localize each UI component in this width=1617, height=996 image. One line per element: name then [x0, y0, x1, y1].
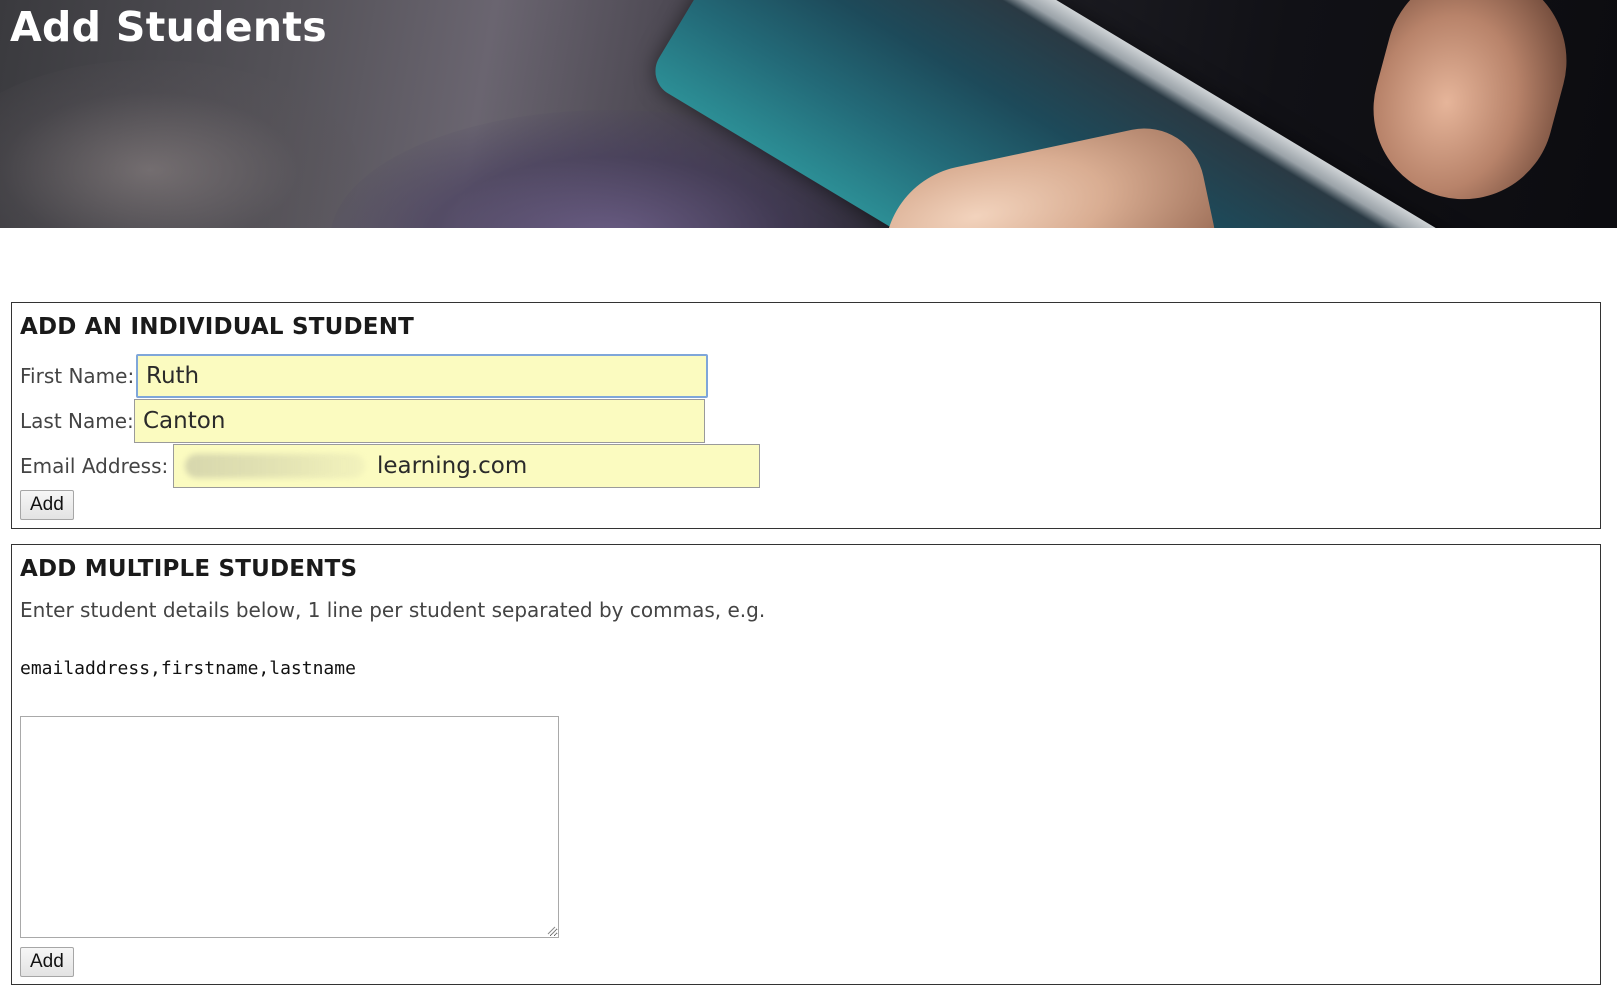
- banner-finger-image: [1353, 0, 1587, 220]
- add-individual-button[interactable]: Add: [20, 490, 74, 520]
- banner-background-shape: [0, 60, 360, 228]
- multiple-students-heading: ADD MULTIPLE STUDENTS: [20, 556, 358, 582]
- format-example: emailaddress,firstname,lastname: [20, 658, 356, 679]
- multiple-students-panel: ADD MULTIPLE STUDENTS Enter student deta…: [11, 544, 1601, 985]
- individual-student-panel: ADD AN INDIVIDUAL STUDENT First Name: La…: [11, 302, 1601, 529]
- individual-student-heading: ADD AN INDIVIDUAL STUDENT: [20, 314, 415, 340]
- last-name-label: Last Name:: [20, 409, 134, 433]
- multiple-students-instructions: Enter student details below, 1 line per …: [20, 598, 766, 622]
- page-title: Add Students: [10, 3, 327, 51]
- last-name-input[interactable]: [134, 399, 705, 443]
- first-name-label: First Name:: [20, 364, 135, 388]
- email-address-input[interactable]: [173, 444, 760, 488]
- header-banner: Add Students: [0, 0, 1617, 228]
- email-address-field: learning.com: [173, 444, 760, 488]
- email-address-label: Email Address:: [20, 454, 169, 478]
- first-name-input[interactable]: [136, 354, 708, 398]
- add-multiple-button[interactable]: Add: [20, 947, 74, 977]
- bulk-students-textarea[interactable]: [20, 716, 559, 938]
